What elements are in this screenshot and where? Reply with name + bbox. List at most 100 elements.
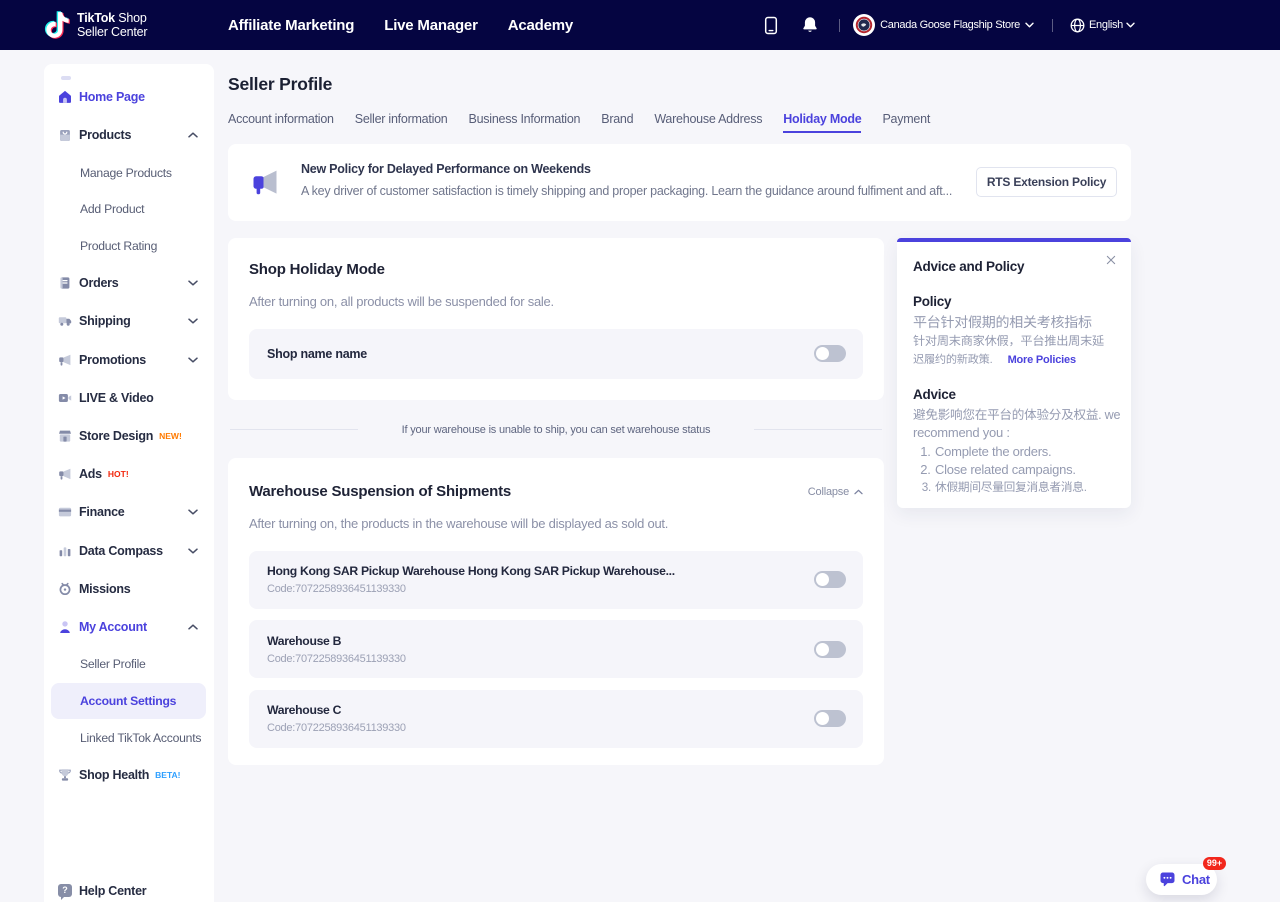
notifications-bell-icon[interactable] <box>800 16 820 34</box>
tab-seller-information[interactable]: Seller information <box>355 112 448 133</box>
sidebar-item-linked-tiktok-accounts[interactable]: Linked TikTok Accounts <box>44 719 214 756</box>
sidebar-item-live-video[interactable]: LIVE & Video <box>44 379 214 417</box>
language-chevron-down-icon[interactable] <box>1126 22 1135 28</box>
top-navbar: TikTok Shop Seller Center Affiliate Mark… <box>0 0 1280 50</box>
sidebar-item-missions[interactable]: Missions <box>44 570 214 608</box>
chevron-up-icon <box>854 489 863 495</box>
tab-payment[interactable]: Payment <box>882 112 930 133</box>
shop-holiday-mode-subtitle: After turning on, all products will be s… <box>249 292 863 312</box>
chat-unread-badge: 99+ <box>1203 857 1226 870</box>
orders-icon <box>58 276 72 290</box>
navbar-right: Canada Goose Flagship Store English <box>761 0 1135 50</box>
shop-holiday-toggle[interactable] <box>814 345 846 362</box>
store-chevron-down-icon[interactable] <box>1024 22 1035 28</box>
store-selector[interactable]: Canada Goose Flagship Store <box>880 19 1020 31</box>
sidebar-item-product-rating[interactable]: Product Rating <box>44 228 214 265</box>
megaphone-icon <box>58 467 72 481</box>
shop-holiday-mode-title: Shop Holiday Mode <box>249 260 863 280</box>
close-icon[interactable] <box>1104 253 1118 267</box>
chat-label: Chat <box>1182 872 1210 887</box>
tab-warehouse-address[interactable]: Warehouse Address <box>654 112 762 133</box>
divider-line <box>230 429 358 430</box>
warehouse-name: Hong Kong SAR Pickup Warehouse Hong Kong… <box>267 562 794 580</box>
shop-name-label: Shop name name <box>267 347 814 361</box>
tiktok-note-icon <box>44 10 71 40</box>
sidebar-item-promotions[interactable]: Promotions <box>44 341 214 379</box>
tab-brand[interactable]: Brand <box>601 112 633 133</box>
announcement-banner: New Policy for Delayed Performance on We… <box>228 144 1131 221</box>
tab-account-information[interactable]: Account information <box>228 112 334 133</box>
chevron-down-icon <box>188 509 198 515</box>
tab-holiday-mode[interactable]: Holiday Mode <box>783 112 861 133</box>
sidebar: Home Page Products Manage Products Add P… <box>44 64 214 902</box>
nav-academy[interactable]: Academy <box>508 17 573 34</box>
credit-card-icon <box>58 505 72 519</box>
megaphone-icon <box>58 353 72 367</box>
sidebar-item-shipping[interactable]: Shipping <box>44 302 214 340</box>
sidebar-item-home-page[interactable]: Home Page <box>44 78 214 116</box>
tabs: Account information Seller information B… <box>228 112 930 133</box>
sidebar-item-help-center[interactable]: ? Help Center <box>44 879 214 902</box>
tiktok-shop-logo[interactable]: TikTok Shop Seller Center <box>44 10 147 40</box>
announcement-title: New Policy for Delayed Performance on We… <box>301 161 952 178</box>
advice-text: 避免影响您在平台的体验分及权益. werecommend you : <box>913 406 1115 442</box>
video-camera-icon <box>58 391 72 405</box>
sidebar-item-shop-health[interactable]: Shop Health BETA! <box>44 756 214 794</box>
sidebar-item-store-design[interactable]: Store Design NEW! <box>44 417 214 455</box>
divider-note: If your warehouse is unable to ship, you… <box>402 424 711 436</box>
rts-extension-policy-button[interactable]: RTS Extension Policy <box>976 167 1117 197</box>
sidebar-item-products[interactable]: Products <box>44 116 214 154</box>
sidebar-item-seller-profile[interactable]: Seller Profile <box>44 646 214 683</box>
announcement-megaphone-icon <box>253 169 280 201</box>
sidebar-item-orders[interactable]: Orders <box>44 264 214 302</box>
warehouse-toggle[interactable] <box>814 571 846 588</box>
mobile-app-icon[interactable] <box>761 16 781 35</box>
nav-divider <box>1052 19 1053 32</box>
help-icon: ? <box>58 884 72 898</box>
nav-live-manager[interactable]: Live Manager <box>384 17 477 34</box>
chat-bubble-icon <box>1159 871 1176 888</box>
warehouse-status-divider: If your warehouse is unable to ship, you… <box>228 422 884 438</box>
advice-list-item: Close related campaigns. <box>934 461 1115 479</box>
nav-affiliate-marketing[interactable]: Affiliate Marketing <box>228 17 354 34</box>
chevron-down-icon <box>188 280 198 286</box>
sidebar-item-finance[interactable]: Finance <box>44 493 214 531</box>
announcement-description: A key driver of customer satisfaction is… <box>301 183 952 200</box>
sidebar-item-data-compass[interactable]: Data Compass <box>44 531 214 569</box>
announcement-texts: New Policy for Delayed Performance on We… <box>301 161 952 200</box>
collapse-button[interactable]: Collapse <box>808 486 863 498</box>
policy-text: 平台针对假期的相关考核指标针对周末商家休假，平台推出周末延迟履约的新政策. Mo… <box>913 313 1115 369</box>
advice-and-policy-panel: Advice and Policy Policy 平台针对假期的相关考核指标针对… <box>897 238 1131 509</box>
shop-toggle-row: Shop name name <box>249 329 863 379</box>
store-avatar <box>853 14 875 36</box>
nav-divider <box>839 19 840 32</box>
sidebar-item-add-product[interactable]: Add Product <box>44 191 214 228</box>
panel-title: Advice and Policy <box>913 258 1115 276</box>
shopping-bag-icon <box>58 128 72 142</box>
warehouse-toggle[interactable] <box>814 710 846 727</box>
hot-badge: HOT! <box>108 469 129 479</box>
home-icon <box>58 90 72 104</box>
sidebar-item-my-account[interactable]: My Account <box>44 608 214 646</box>
divider-line <box>754 429 882 430</box>
chevron-up-icon <box>188 132 198 138</box>
logo-text: TikTok Shop Seller Center <box>77 11 147 39</box>
advice-list-item: Complete the orders. <box>934 443 1115 461</box>
warehouse-row: Warehouse B Code:7072258936451139330 <box>249 620 863 678</box>
storefront-icon <box>58 429 72 443</box>
left-column: Shop Holiday Mode After turning on, all … <box>228 238 884 765</box>
policy-heading: Policy <box>913 293 1115 310</box>
sidebar-item-ads[interactable]: Ads HOT! <box>44 455 214 493</box>
sidebar-item-account-settings[interactable]: Account Settings <box>44 683 214 720</box>
trophy-icon <box>58 768 72 782</box>
beta-badge: BETA! <box>155 770 180 780</box>
chevron-down-icon <box>188 357 198 363</box>
globe-icon <box>1070 18 1085 33</box>
more-policies-link[interactable]: More Policies <box>1008 354 1076 366</box>
new-badge: NEW! <box>159 431 182 441</box>
medal-icon <box>58 582 72 596</box>
language-selector[interactable]: English <box>1089 19 1123 31</box>
tab-business-information[interactable]: Business Information <box>469 112 581 133</box>
sidebar-item-manage-products[interactable]: Manage Products <box>44 154 214 191</box>
warehouse-toggle[interactable] <box>814 641 846 658</box>
